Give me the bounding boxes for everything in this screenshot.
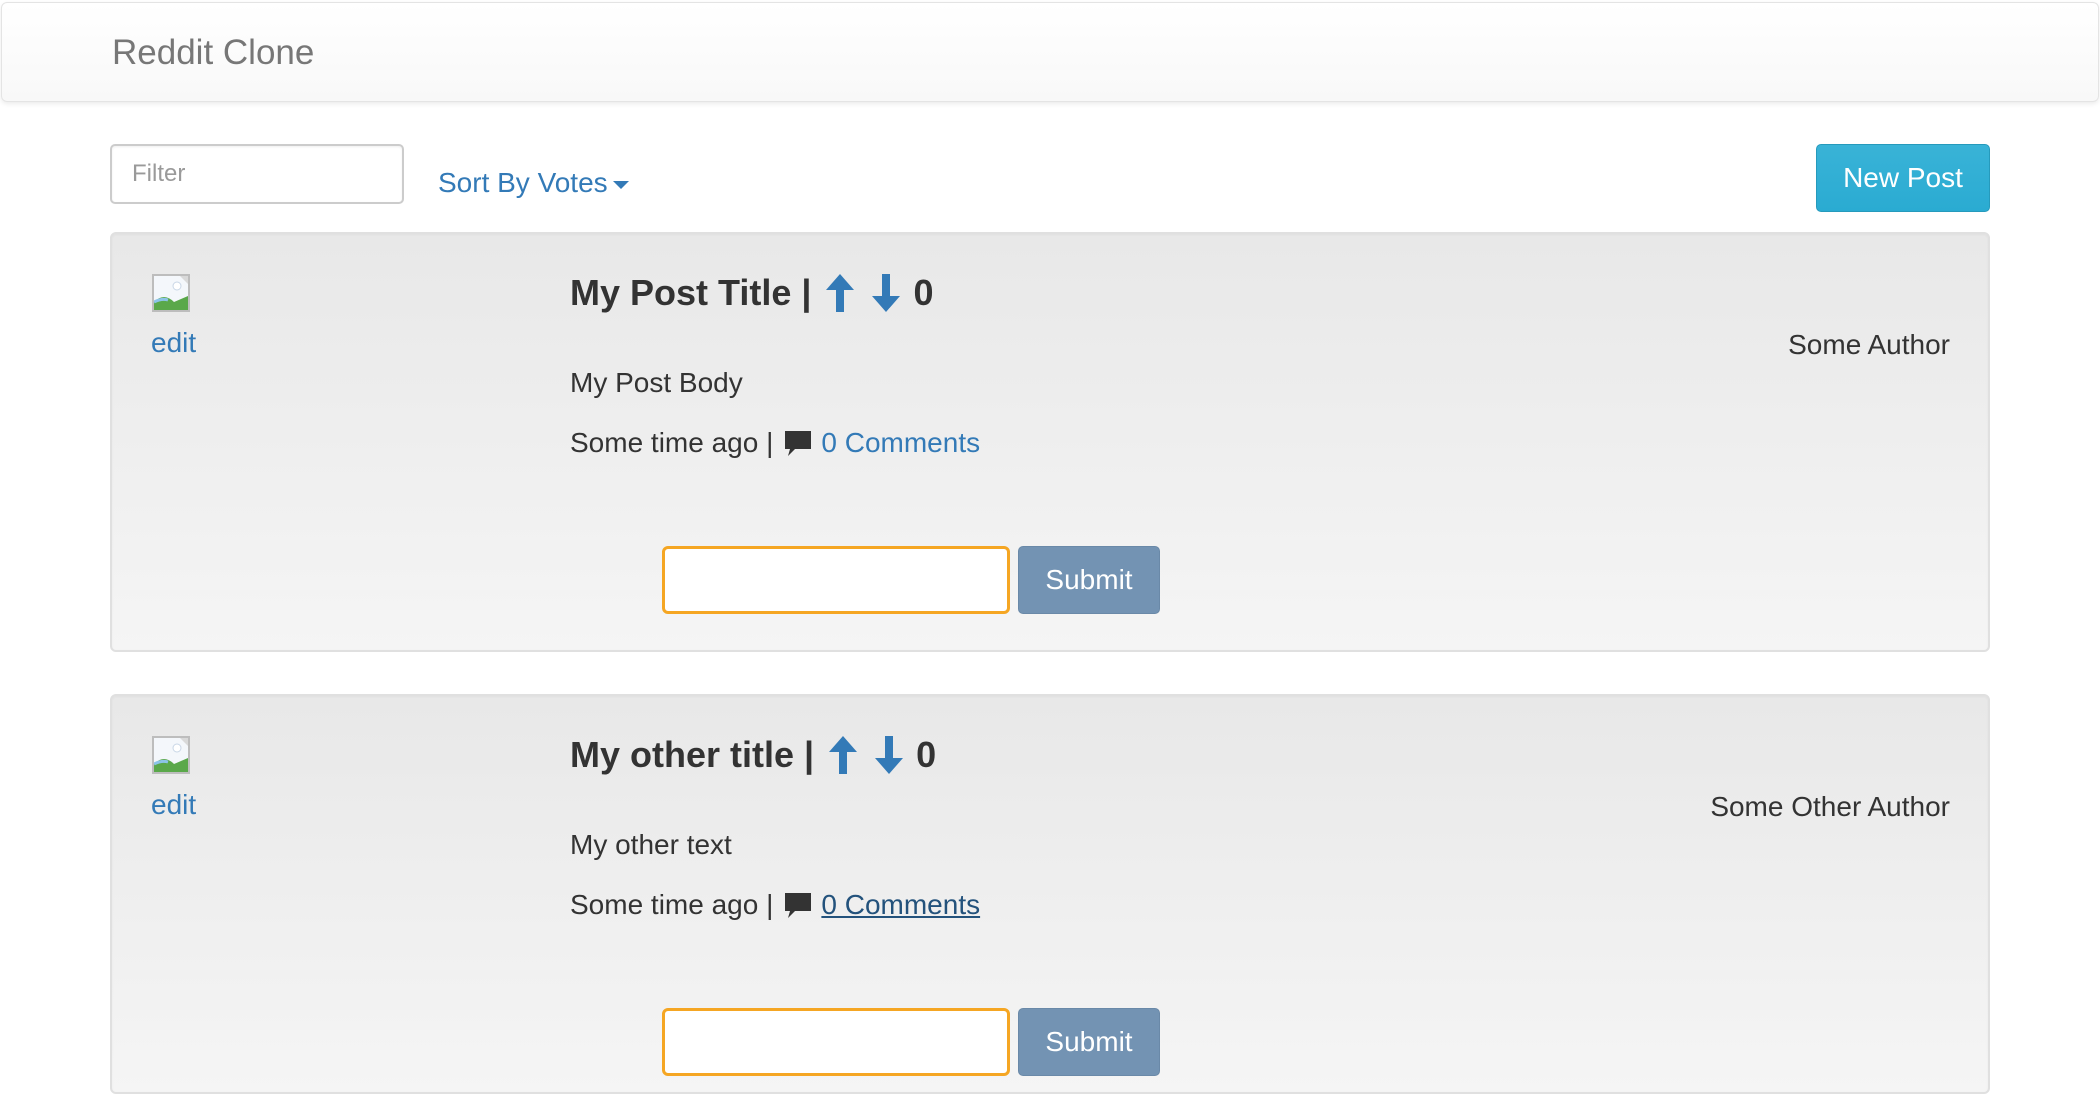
comments-link[interactable]: 0 Comments [821, 426, 980, 460]
broken-image-icon [152, 736, 190, 774]
post-body: My other text [570, 829, 732, 860]
edit-link[interactable]: edit [151, 788, 196, 822]
comment-input[interactable] [662, 1008, 1010, 1076]
submit-button[interactable]: Submit [1018, 1008, 1160, 1076]
post-card: edit My Post Title | 0 Some Author My Po… [110, 232, 1990, 652]
sort-dropdown[interactable]: Sort By Votes [438, 166, 629, 200]
post-author: Some Other Author [1710, 791, 1950, 822]
post-body: My Post Body [570, 367, 743, 398]
post-meta: Some time ago | 0 Comments [570, 426, 980, 460]
arrow-up-icon[interactable] [828, 736, 858, 774]
comment-input[interactable] [662, 546, 1010, 614]
vote-count: 0 [913, 272, 934, 313]
arrow-down-icon[interactable] [871, 274, 901, 312]
vote-count: 0 [916, 734, 937, 775]
filter-input[interactable] [110, 144, 404, 204]
post-time: Some time ago | [570, 889, 774, 920]
brand-title[interactable]: Reddit Clone [112, 33, 314, 73]
edit-link[interactable]: edit [151, 326, 196, 360]
new-post-button[interactable]: New Post [1816, 144, 1990, 212]
sort-label: Sort By Votes [438, 167, 608, 198]
comment-icon [783, 891, 813, 919]
post-card: edit My other title | 0 Some Other Autho… [110, 694, 1990, 1094]
comment-icon [783, 429, 813, 457]
submit-button[interactable]: Submit [1018, 546, 1160, 614]
arrow-up-icon[interactable] [825, 274, 855, 312]
arrow-down-icon[interactable] [874, 736, 904, 774]
post-time: Some time ago | [570, 427, 774, 458]
caret-down-icon [612, 180, 629, 189]
post-title-row: My other title | 0 [570, 734, 936, 776]
post-title-row: My Post Title | 0 [570, 272, 933, 314]
post-title[interactable]: My Post Title | [570, 272, 811, 314]
post-meta: Some time ago | 0 Comments [570, 888, 980, 922]
navbar: Reddit Clone [1, 2, 2099, 102]
comments-link[interactable]: 0 Comments [821, 888, 980, 922]
post-author: Some Author [1788, 329, 1950, 360]
post-title[interactable]: My other title | [570, 734, 814, 776]
broken-image-icon [152, 274, 190, 312]
